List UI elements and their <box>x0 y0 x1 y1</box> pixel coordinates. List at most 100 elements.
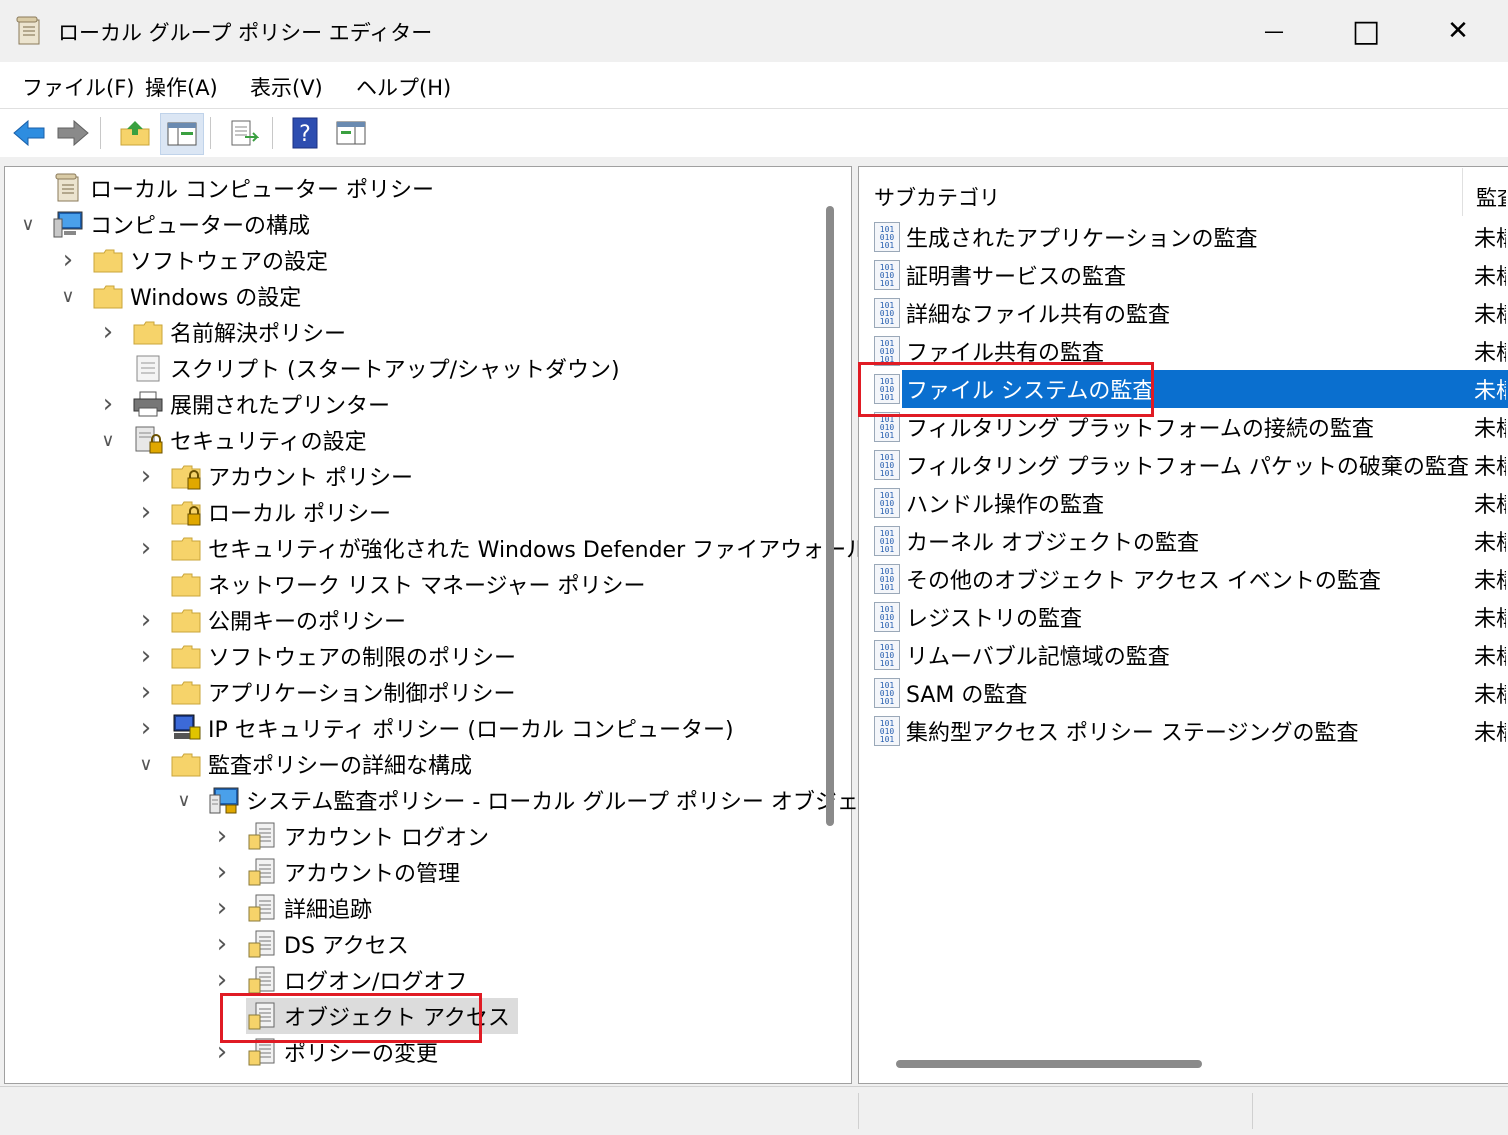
tree-node-label: IP セキュリティ ポリシー (ローカル コンピューター) <box>208 718 734 743</box>
tree-node[interactable]: › IP セキュリティ ポリシー (ローカル コンピューター) <box>141 710 734 746</box>
tree-node-label: スクリプト (スタートアップ/シャットダウン) <box>170 358 620 383</box>
menu-action[interactable]: 操作(A) <box>145 72 218 102</box>
subcategory-name: カーネル オブジェクトの監査 <box>906 531 1199 556</box>
chevron-right-icon[interactable]: › <box>136 677 156 707</box>
tree-node[interactable]: ∨ 監査ポリシーの詳細な構成 <box>139 746 473 782</box>
audit-status: 未構 <box>1474 645 1506 670</box>
list-horizontal-scrollbar[interactable] <box>896 1060 1202 1068</box>
tree-node[interactable]: › 詳細追跡 <box>217 890 372 926</box>
list-item[interactable]: 101010101集約型アクセス ポリシー ステージングの監査 未構 <box>860 712 1506 750</box>
chevron-down-icon[interactable]: ∨ <box>136 754 156 775</box>
tree-node[interactable]: › ソフトウェアの設定 <box>63 242 328 278</box>
tree-node[interactable]: › セキュリティが強化された Windows Defender ファイアウォール <box>141 530 868 566</box>
subcategory-name: SAM の監査 <box>906 683 1028 708</box>
show-action-pane-button[interactable] <box>330 113 372 153</box>
tree-node[interactable]: › ソフトウェアの制限のポリシー <box>141 638 516 674</box>
column-header-audit[interactable]: 監査 <box>1476 182 1506 212</box>
chevron-down-icon[interactable]: ∨ <box>174 790 194 811</box>
tree-vertical-scrollbar[interactable] <box>826 206 834 826</box>
folder-icon <box>170 749 202 779</box>
chevron-right-icon[interactable]: › <box>212 965 232 995</box>
menu-bar: ファイル(F) 操作(A) 表示(V) ヘルプ(H) <box>0 62 1508 109</box>
list-item[interactable]: 101010101カーネル オブジェクトの監査 未構 <box>860 522 1506 560</box>
chevron-right-icon[interactable]: › <box>98 389 118 419</box>
chevron-right-icon[interactable]: › <box>136 533 156 563</box>
chevron-right-icon[interactable]: › <box>212 821 232 851</box>
subcategory-name: フィルタリング プラットフォーム パケットの破棄の監査 <box>906 455 1469 480</box>
chevron-down-icon[interactable]: ∨ <box>58 286 78 307</box>
tree-node[interactable]: ∨ セキュリティの設定 <box>101 422 367 458</box>
folder-icon <box>170 641 202 671</box>
list-item[interactable]: 101010101SAM の監査 未構 <box>860 674 1506 712</box>
chevron-right-icon[interactable]: › <box>212 929 232 959</box>
chevron-down-icon[interactable]: ∨ <box>18 214 38 235</box>
tree-node-label: アカウントの管理 <box>284 862 461 887</box>
tree-node-label: DS アクセス <box>284 934 409 959</box>
toolbar-separator <box>272 117 273 149</box>
tree-node[interactable]: ネットワーク リスト マネージャー ポリシー <box>170 566 645 602</box>
minimize-button[interactable]: — <box>1228 0 1320 62</box>
chevron-right-icon[interactable]: › <box>98 317 118 347</box>
list-item[interactable]: 101010101フィルタリング プラットフォーム パケットの破棄の監査未構 <box>860 446 1506 484</box>
tree-node[interactable]: › ローカル ポリシー <box>141 494 391 530</box>
chevron-right-icon[interactable]: › <box>212 893 232 923</box>
subcategory-name: 証明書サービスの監査 <box>906 265 1127 290</box>
audit-status: 未構 <box>1474 379 1506 404</box>
tree-node[interactable]: › DS アクセス <box>217 926 409 962</box>
tree-node[interactable]: ローカル コンピューター ポリシー <box>52 170 434 206</box>
chevron-right-icon[interactable]: › <box>136 497 156 527</box>
chevron-down-icon[interactable]: ∨ <box>98 430 118 451</box>
column-divider[interactable] <box>1462 168 1463 216</box>
forward-button[interactable] <box>52 113 94 153</box>
column-header-subcategory[interactable]: サブカテゴリ <box>874 182 1000 212</box>
menu-file[interactable]: ファイル(F) <box>22 72 134 102</box>
help-button[interactable]: ? <box>284 113 326 153</box>
tree-node-label: ローカル ポリシー <box>208 502 391 527</box>
chevron-right-icon[interactable]: › <box>136 641 156 671</box>
tree-node-label: 監査ポリシーの詳細な構成 <box>208 754 473 779</box>
subcategory-name: その他のオブジェクト アクセス イベントの監査 <box>906 569 1381 594</box>
chevron-right-icon[interactable]: › <box>136 605 156 635</box>
menu-view[interactable]: 表示(V) <box>250 72 323 102</box>
subcategory-name: 集約型アクセス ポリシー ステージングの監査 <box>906 721 1359 746</box>
chevron-right-icon[interactable]: › <box>212 857 232 887</box>
show-hide-tree-button[interactable] <box>160 113 204 155</box>
tree-node[interactable]: › 名前解決ポリシー <box>103 314 346 350</box>
list-item[interactable]: 101010101証明書サービスの監査 未構 <box>860 256 1506 294</box>
tree-node[interactable]: ∨ コンピューターの構成 <box>21 206 310 242</box>
script-icon <box>132 353 164 383</box>
export-list-button[interactable] <box>222 113 264 153</box>
chevron-right-icon[interactable]: › <box>136 461 156 491</box>
svg-text:101: 101 <box>880 431 895 440</box>
audit-category-icon <box>246 893 278 923</box>
chevron-right-icon[interactable]: › <box>136 713 156 743</box>
list-item[interactable]: 101010101その他のオブジェクト アクセス イベントの監査 未構 <box>860 560 1506 598</box>
audit-category-icon <box>246 821 278 851</box>
list-item[interactable]: 101010101ハンドル操作の監査 未構 <box>860 484 1506 522</box>
tree-node[interactable]: › 展開されたプリンター <box>103 386 391 422</box>
audit-policy-icon <box>208 785 240 815</box>
tree-node[interactable]: › アカウント ログオン <box>217 818 489 854</box>
list-item[interactable]: 101010101レジストリの監査 未構 <box>860 598 1506 636</box>
tree-node[interactable]: › 公開キーのポリシー <box>141 602 406 638</box>
svg-text:101: 101 <box>880 279 895 288</box>
close-button[interactable]: ✕ <box>1412 0 1504 62</box>
maximize-button[interactable]: □ <box>1320 0 1412 62</box>
tree-node[interactable]: スクリプト (スタートアップ/シャットダウン) <box>132 350 620 386</box>
back-button[interactable] <box>8 113 50 153</box>
up-one-level-button[interactable] <box>114 113 156 153</box>
menu-help[interactable]: ヘルプ(H) <box>356 72 451 102</box>
list-item[interactable]: 101010101リムーバブル記憶域の監査 未構 <box>860 636 1506 674</box>
tree-node[interactable]: › アプリケーション制御ポリシー <box>141 674 516 710</box>
tree-node[interactable]: › アカウントの管理 <box>217 854 461 890</box>
tree-node-label: 展開されたプリンター <box>170 394 391 419</box>
chevron-right-icon[interactable]: › <box>212 1037 232 1067</box>
list-item[interactable]: 101010101詳細なファイル共有の監査 未構 <box>860 294 1506 332</box>
tree-node[interactable]: ∨ Windows の設定 <box>61 278 301 314</box>
audit-subcategory-icon: 101 010 101 <box>874 640 900 670</box>
list-item[interactable]: 101010101生成されたアプリケーションの監査 未構 <box>860 218 1506 256</box>
tree-node-label: アプリケーション制御ポリシー <box>208 682 516 707</box>
chevron-right-icon[interactable]: › <box>58 245 78 275</box>
tree-node[interactable]: › アカウント ポリシー <box>141 458 413 494</box>
tree-node[interactable]: ∨ システム監査ポリシー - ローカル グループ ポリシー オブジェクト <box>177 782 903 818</box>
